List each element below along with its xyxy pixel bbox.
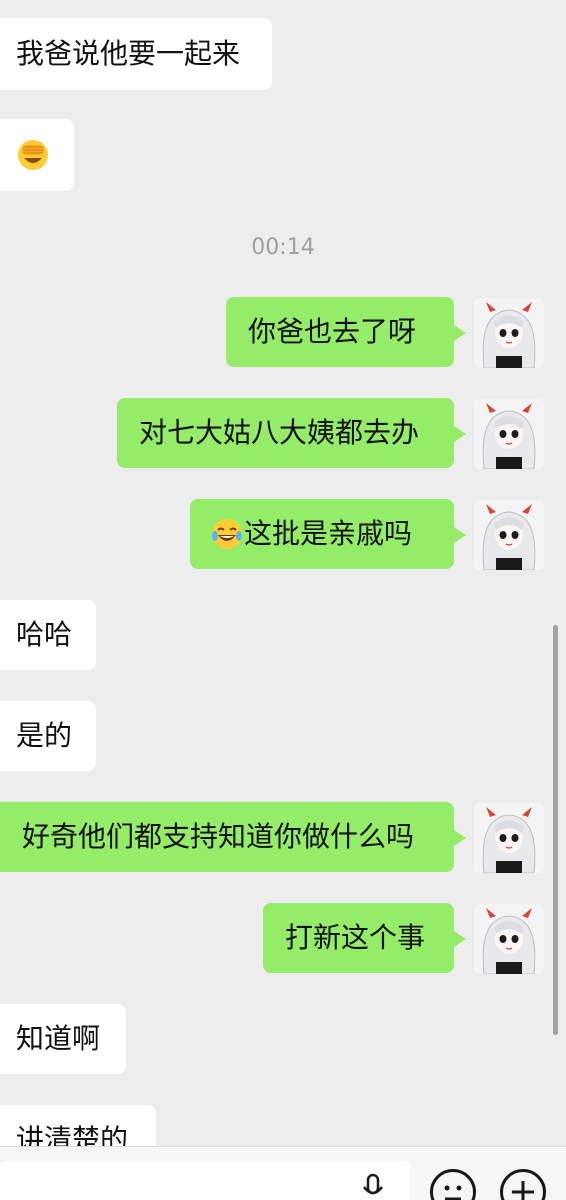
plus-icon[interactable] xyxy=(500,1169,546,1200)
avatar[interactable] xyxy=(474,904,544,974)
message-bubble-incoming[interactable]: 是的 xyxy=(0,701,96,771)
avatar[interactable] xyxy=(474,399,544,469)
message-text: 我爸说他要一起来 xyxy=(16,37,241,70)
message-text: 对七大姑八大姨都去办 xyxy=(139,416,420,449)
message-bubble-incoming[interactable] xyxy=(0,119,74,191)
message-bubble-outgoing[interactable]: 对七大姑八大姨都去办 xyxy=(117,398,466,468)
avatar-illustration-icon xyxy=(474,803,544,873)
message-text: 哈哈 xyxy=(16,618,73,651)
message-bubble-outgoing[interactable]: 打新这个事 xyxy=(263,903,466,973)
avatar-illustration-icon xyxy=(474,500,544,570)
input-bar xyxy=(0,1146,566,1200)
message-bubble-outgoing[interactable]: 这批是亲戚吗 xyxy=(190,499,466,569)
message-bubble-incoming[interactable]: 我爸说他要一起来 xyxy=(0,18,272,90)
message-input[interactable] xyxy=(0,1161,410,1200)
message-bubble-outgoing[interactable]: 你爸也去了呀 xyxy=(226,297,466,367)
message-text: 这批是亲戚吗 xyxy=(244,517,413,550)
message-bubble-incoming[interactable]: 哈哈 xyxy=(0,600,96,670)
message-bubble-outgoing[interactable]: 好奇他们都支持知道你做什么吗 xyxy=(0,802,466,872)
microphone-icon[interactable] xyxy=(362,1173,384,1200)
avatar[interactable] xyxy=(474,298,544,368)
avatar-illustration-icon xyxy=(474,399,544,469)
message-text: 是的 xyxy=(16,719,73,752)
avatar[interactable] xyxy=(474,500,544,570)
message-timestamp: 00:14 xyxy=(251,235,315,260)
facepalm-emoji-icon xyxy=(18,140,48,170)
message-text: 你爸也去了呀 xyxy=(248,315,417,348)
message-text: 知道啊 xyxy=(16,1022,101,1055)
smiley-icon[interactable] xyxy=(430,1169,476,1200)
scrollbar[interactable] xyxy=(553,625,558,1035)
avatar-illustration-icon xyxy=(474,904,544,974)
avatar[interactable] xyxy=(474,803,544,873)
chat-window: 我爸说他要一起来 00:14 你爸也去了呀 对七大姑八大姨都去办 这批是亲戚吗 … xyxy=(0,0,566,1200)
tears-of-joy-emoji-icon xyxy=(212,519,242,549)
avatar-illustration-icon xyxy=(474,298,544,368)
message-text: 好奇他们都支持知道你做什么吗 xyxy=(22,820,415,853)
message-text: 打新这个事 xyxy=(285,921,426,954)
message-bubble-incoming[interactable]: 知道啊 xyxy=(0,1004,126,1074)
